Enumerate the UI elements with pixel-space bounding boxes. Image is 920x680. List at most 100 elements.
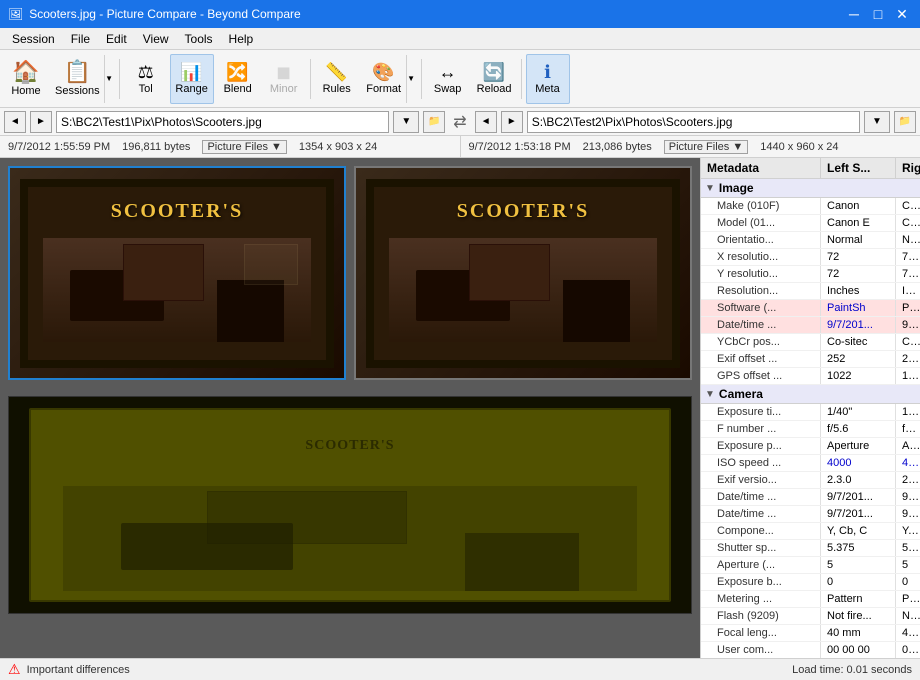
right-file-info: 9/7/2012 1:53:18 PM 213,086 bytes Pictur… [461,140,920,154]
right-file-type[interactable]: Picture Files ▼ [664,140,748,154]
left-forward-button[interactable]: ► [30,111,52,133]
left-size: 196,811 bytes [122,141,190,153]
meta-val-left: 2.3.0 [821,472,896,488]
meta-val-left: 4000 [821,455,896,471]
right-browse-button[interactable]: ▼ [864,111,890,133]
status-diff-text: Important differences [27,664,130,676]
meta-val-right: Canon [896,198,920,214]
meta-val-left: 72 [821,249,896,265]
meta-icon: ℹ [544,63,551,81]
left-back-button[interactable]: ◄ [4,111,26,133]
meta-val-right: 1022 [896,368,920,384]
meta-key: Make (010F) [701,198,821,214]
status-load-time: Load time: 0.01 seconds [792,664,912,676]
left-file-type[interactable]: Picture Files ▼ [202,140,286,154]
left-path-input[interactable] [56,111,389,133]
sessions-button[interactable]: 📋 Sessions [51,55,104,103]
left-folder-button[interactable]: 📁 [423,111,445,133]
meta-val-right: Apertu... [896,438,920,454]
right-image-frame[interactable]: SCOOTER'S [354,166,692,380]
meta-row: Metering ... Pattern Pattern [701,591,920,608]
blend-icon: 🔀 [226,63,248,81]
meta-val-left: 40 mm [821,625,896,641]
format-button-group[interactable]: 🎨 Format ▼ [361,54,417,104]
meta-row: Shutter sp... 5.375 5.375 [701,540,920,557]
diff-area[interactable]: SCOOTER'S [0,388,700,658]
sessions-icon: 📋 [64,61,91,83]
meta-row: User com... 00 00 00 00 00 0 [701,642,920,658]
format-dropdown-arrow[interactable]: ▼ [406,55,416,103]
image-compare-area: SCOOTER'S SCOOTE [0,158,700,388]
right-folder-button[interactable]: 📁 [894,111,916,133]
right-date: 9/7/2012 1:53:18 PM [469,141,571,153]
meta-key: Software (... [701,300,821,316]
minimize-button[interactable]: ─ [844,4,864,24]
right-size: 213,086 bytes [583,141,652,153]
meta-val-right: 4000 [896,455,920,471]
meta-val-left: 1/40" [821,404,896,420]
right-path-input[interactable] [527,111,860,133]
blend-button[interactable]: 🔀 Blend [216,54,260,104]
meta-key: Y resolutio... [701,266,821,282]
rules-button[interactable]: 📏 Rules [315,54,359,104]
left-image-frame[interactable]: SCOOTER'S [8,166,346,380]
meta-row: Aperture (... 5 5 [701,557,920,574]
meta-row: Compone... Y, Cb, C Y, Cb, [701,523,920,540]
meta-row: ISO speed ... 4000 4000 [701,455,920,472]
meta-row: Date/time ... 9/7/201... 9/7/20 [701,317,920,334]
toolbar-separator-3 [421,59,422,99]
home-button[interactable]: 🏠 Home [4,54,48,104]
section-collapse-icon: ▼ [705,183,715,194]
meta-row: X resolutio... 72 72 [701,249,920,266]
meta-val-left: 9/7/201... [821,506,896,522]
meta-key: Exposure p... [701,438,821,454]
menu-view[interactable]: View [135,30,177,48]
close-button[interactable]: ✕ [892,4,912,24]
meta-val-left: Pattern [821,591,896,607]
maximize-button[interactable]: □ [868,4,888,24]
meta-key: Shutter sp... [701,540,821,556]
meta-section-image[interactable]: ▼Image [701,179,920,198]
metadata-scroll[interactable]: ▼Image Make (010F) Canon Canon Model (01… [701,179,920,658]
menu-edit[interactable]: Edit [98,30,135,48]
right-back-button[interactable]: ◄ [475,111,497,133]
format-icon: 🎨 [372,63,394,81]
meta-key: Compone... [701,523,821,539]
menu-file[interactable]: File [63,30,98,48]
meta-key: Metering ... [701,591,821,607]
sessions-button-group[interactable]: 📋 Sessions ▼ [50,54,115,104]
meta-button[interactable]: ℹ Meta [526,54,570,104]
menu-session[interactable]: Session [4,30,63,48]
meta-header-left: Left S... [821,158,896,178]
meta-section-camera[interactable]: ▼Camera [701,385,920,404]
main-content: SCOOTER'S SCOOTE [0,158,920,658]
meta-row: Resolution... Inches Inches [701,283,920,300]
meta-val-left: Y, Cb, C [821,523,896,539]
swap-button[interactable]: ↔ Swap [426,54,470,104]
left-browse-button[interactable]: ▼ [393,111,419,133]
range-button[interactable]: 📊 Range [170,54,214,104]
meta-row: Date/time ... 9/7/201... 9/7/20... [701,506,920,523]
format-button[interactable]: 🎨 Format [362,55,406,103]
reload-button[interactable]: 🔄 Reload [472,54,517,104]
meta-row: Date/time ... 9/7/201... 9/7/20... [701,489,920,506]
meta-key: Date/time ... [701,489,821,505]
home-icon: 🏠 [12,61,39,83]
meta-key: Exif versio... [701,472,821,488]
title-bar: 🖼 Scooters.jpg - Picture Compare - Beyon… [0,0,920,28]
meta-key: Exposure ti... [701,404,821,420]
minor-button[interactable]: ◼ Minor [262,54,306,104]
tol-button[interactable]: ⚖ Tol [124,54,168,104]
meta-val-right: 9/7/20... [896,489,920,505]
meta-val-left: Normal [821,232,896,248]
meta-val-right: Inches [896,283,920,299]
sessions-dropdown-arrow[interactable]: ▼ [104,55,114,103]
meta-val-left: 00 00 00 [821,642,896,658]
right-forward-button[interactable]: ► [501,111,523,133]
meta-key: Date/time ... [701,506,821,522]
menu-help[interactable]: Help [221,30,262,48]
menu-tools[interactable]: Tools [177,30,221,48]
swap-icon: ↔ [439,63,457,81]
meta-val-right: 9/7/20... [896,506,920,522]
meta-val-right: 00 00 0 [896,642,920,658]
